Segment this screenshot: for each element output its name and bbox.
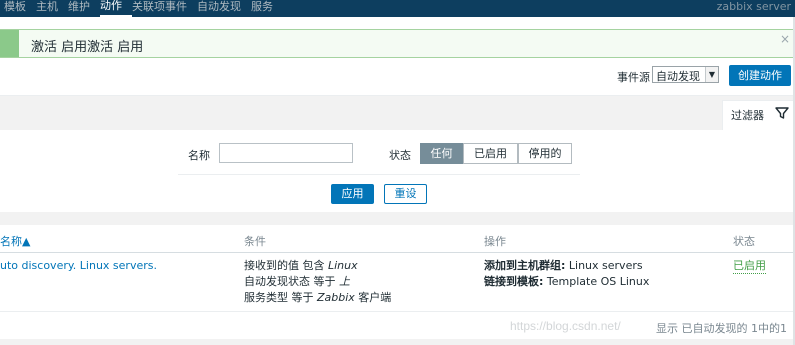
submenu-correlation[interactable]: 关联项事件 xyxy=(132,0,197,17)
reset-button[interactable]: 重设 xyxy=(384,184,427,204)
status-label: 状态 xyxy=(389,149,411,162)
create-action-button[interactable]: 创建动作 xyxy=(729,65,791,86)
event-source-label: 事件源 xyxy=(617,71,650,84)
status-enabled-option[interactable]: 已启用 xyxy=(463,143,518,164)
apply-button[interactable]: 应用 xyxy=(331,184,374,204)
server-name: zabbix server xyxy=(716,0,791,13)
message-stripe xyxy=(0,30,19,57)
filter-tab-label: 过滤器 xyxy=(731,109,764,122)
condition-line: 服务类型 等于 Zabbix 客户端 xyxy=(244,291,392,304)
submenu-hosts[interactable]: 主机 xyxy=(36,0,68,17)
submenu-templates[interactable]: 模板 xyxy=(0,0,36,17)
operation-line: 链接到模板: Template OS Linux xyxy=(484,275,650,288)
success-message: 激活 启用激活 启用 × xyxy=(0,29,794,58)
condition-line: 接收到的值 包含 Linux xyxy=(244,259,358,272)
status-toggle-link[interactable]: 已启用 xyxy=(733,259,766,274)
event-source-select[interactable]: 自动发现 ▼ xyxy=(652,66,719,83)
message-text: 激活 启用激活 启用 xyxy=(31,40,144,55)
section-gap xyxy=(0,212,795,225)
watermark: https://blog.csdn.net/ xyxy=(510,319,621,333)
close-icon[interactable]: × xyxy=(780,32,790,46)
filter-strip xyxy=(0,95,795,130)
action-name-link[interactable]: uto discovery. Linux servers. xyxy=(0,258,157,274)
top-navigation: 模板 主机 维护 动作 关联项事件 自动发现 服务 zabbix server xyxy=(0,0,795,17)
submenu-services[interactable]: 服务 xyxy=(251,0,283,17)
paging-summary: 显示 已自动发现的 1中的1 xyxy=(656,322,787,335)
event-source-value: 自动发现 xyxy=(656,70,700,83)
name-label: 名称 xyxy=(188,149,210,162)
sub-menu: 模板 主机 维护 动作 关联项事件 自动发现 服务 xyxy=(0,0,283,17)
row-divider xyxy=(0,311,793,312)
operation-line: 添加到主机群组: Linux servers xyxy=(484,259,643,272)
filter-tab[interactable]: 过滤器 xyxy=(722,100,795,130)
header-divider xyxy=(0,252,793,253)
filter-icon xyxy=(775,107,789,119)
condition-line: 自动发现状态 等于 上 xyxy=(244,275,350,288)
column-header-status: 状态 xyxy=(733,235,755,248)
chevron-down-icon: ▼ xyxy=(705,67,718,82)
column-header-operations: 操作 xyxy=(484,235,506,248)
submenu-discovery[interactable]: 自动发现 xyxy=(197,0,251,17)
status-disabled-option[interactable]: 停用的 xyxy=(518,143,572,164)
name-input[interactable] xyxy=(219,143,353,163)
column-header-name[interactable]: 名称▲ xyxy=(0,233,30,249)
filter-divider xyxy=(178,174,580,175)
status-any-option[interactable]: 任何 xyxy=(420,143,463,164)
submenu-maintenance[interactable]: 维护 xyxy=(68,0,100,17)
submenu-actions[interactable]: 动作 xyxy=(100,0,132,17)
column-header-conditions: 条件 xyxy=(244,235,266,248)
footer-strip xyxy=(0,339,795,345)
